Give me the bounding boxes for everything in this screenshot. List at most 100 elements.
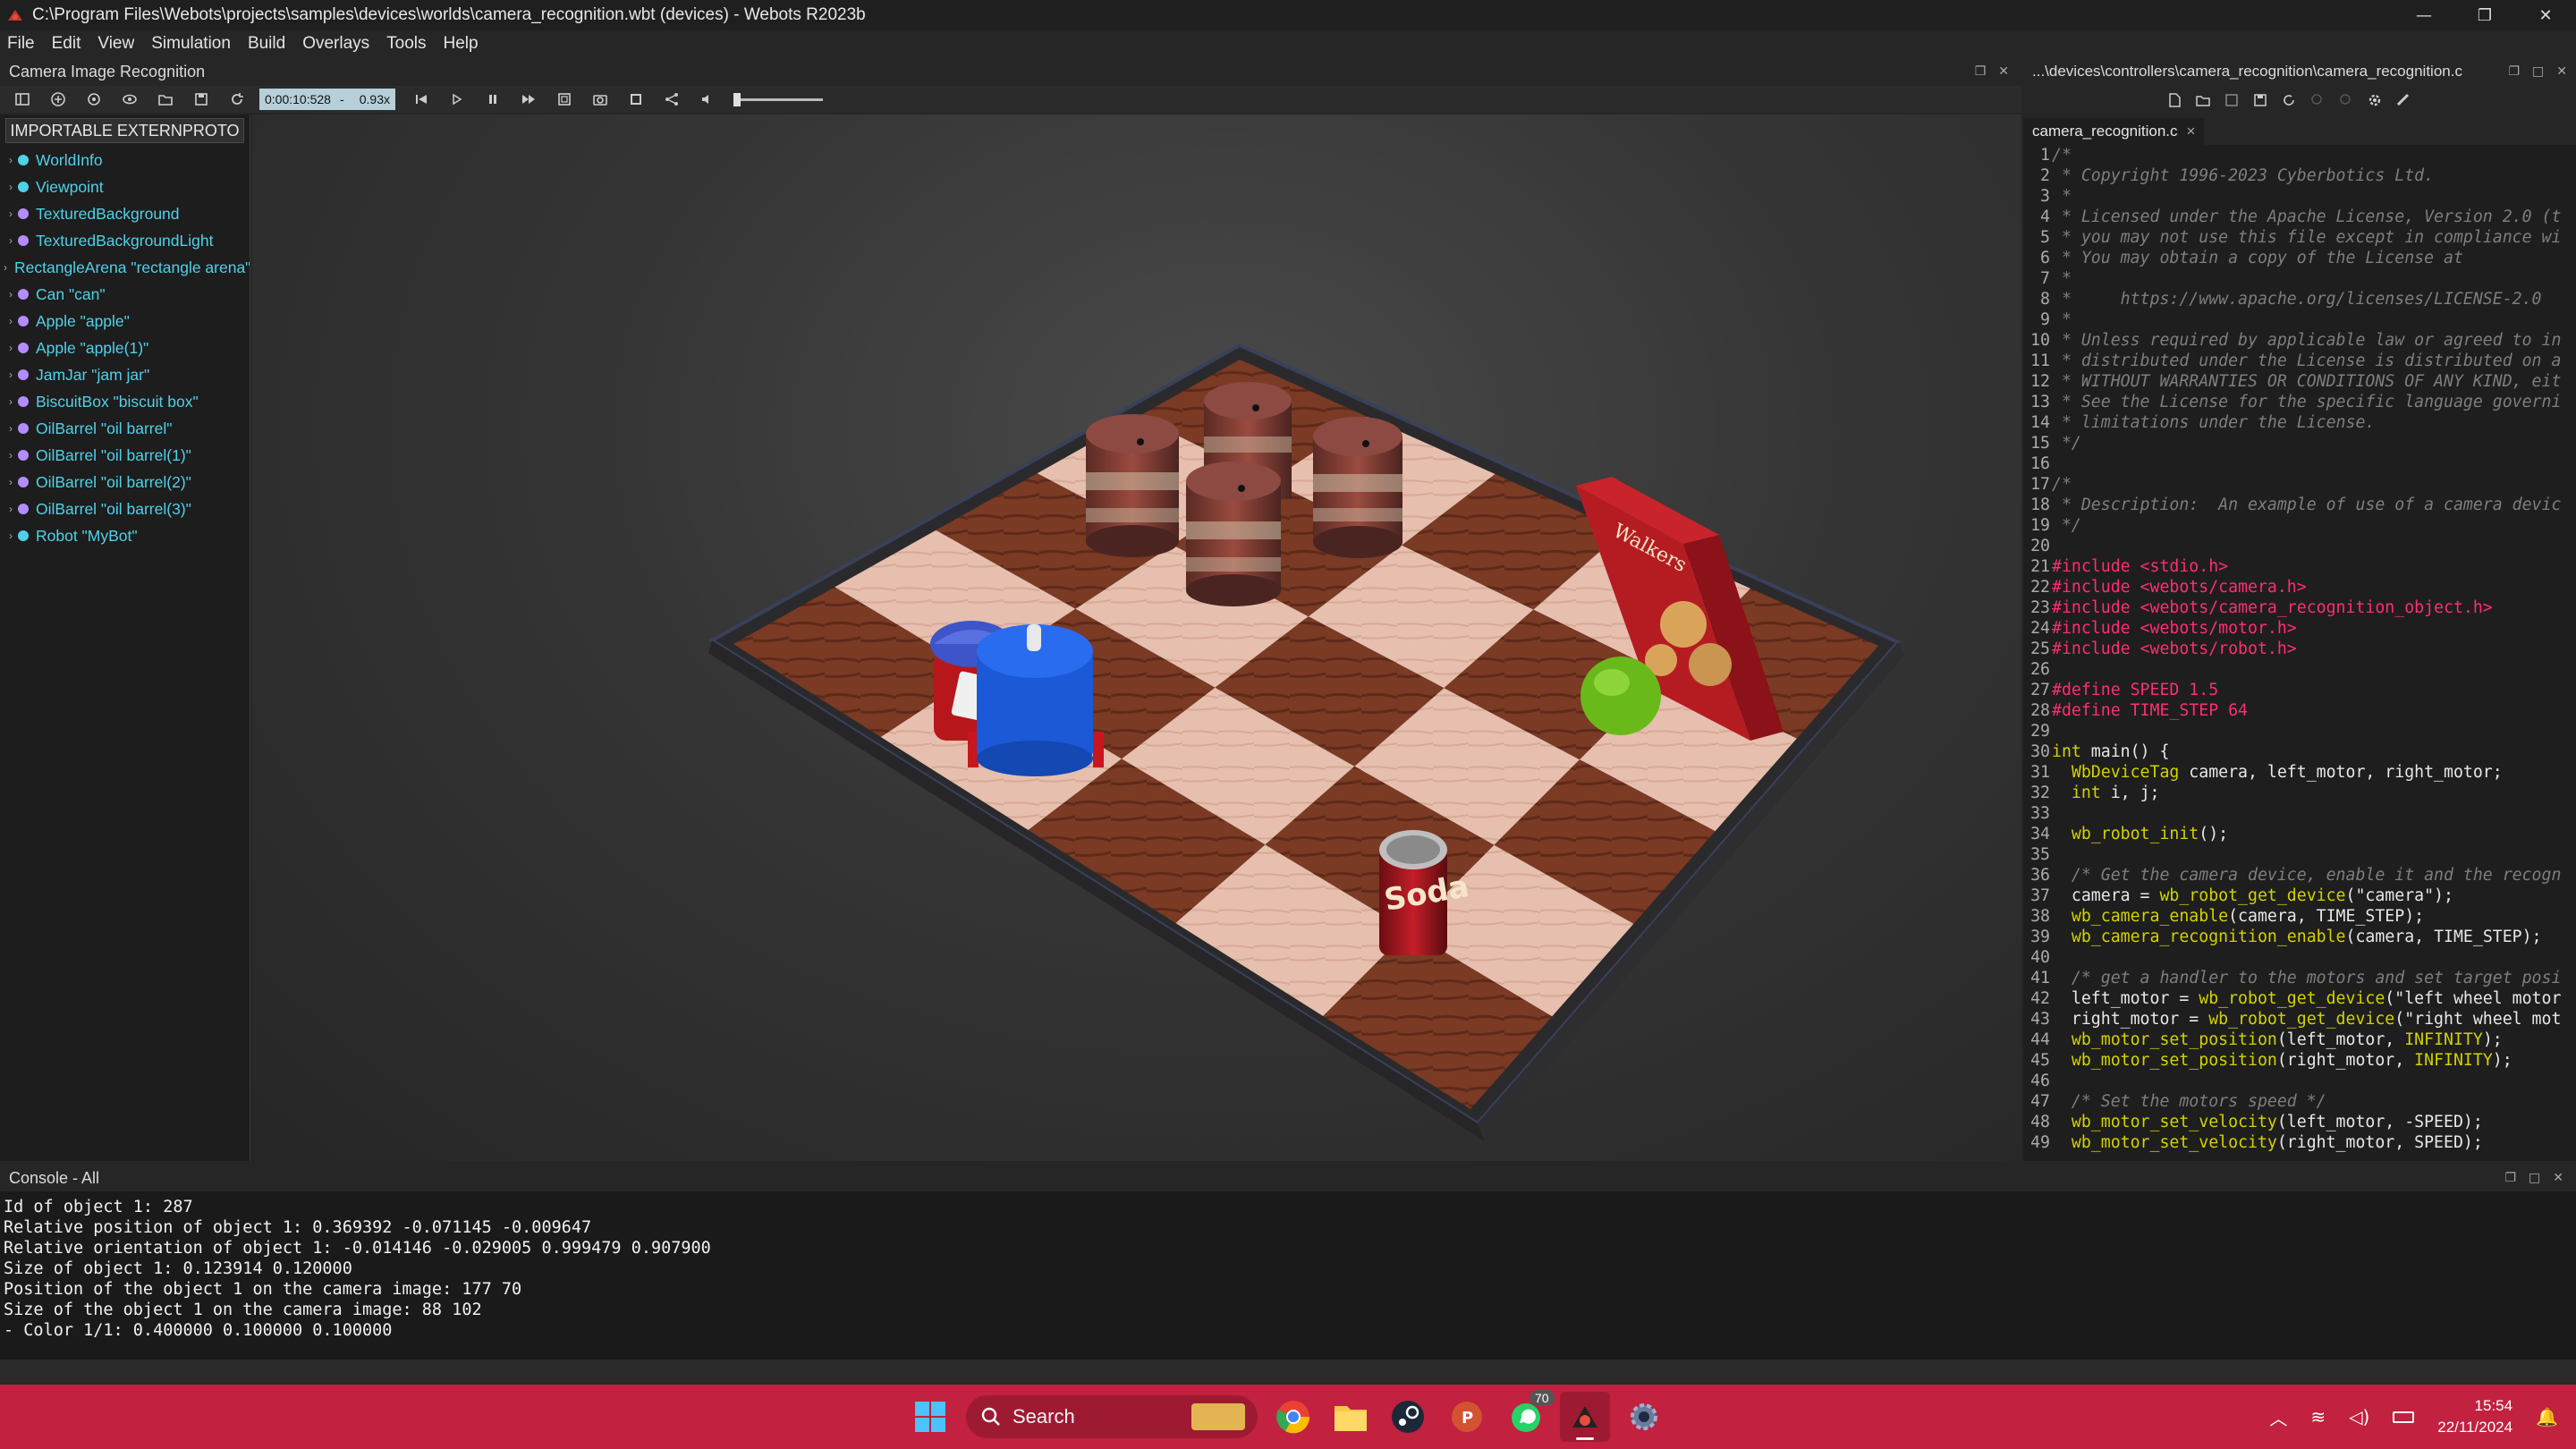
code-line[interactable]: 32 int i, j; xyxy=(2023,783,2576,803)
code-line[interactable]: 45 wb_motor_set_position(right_motor, IN… xyxy=(2023,1050,2576,1071)
code-line[interactable]: 38 wb_camera_enable(camera, TIME_STEP); xyxy=(2023,906,2576,927)
code-line[interactable]: 48 wb_motor_set_velocity(left_motor, -SP… xyxy=(2023,1112,2576,1132)
code-line[interactable]: 3 * xyxy=(2023,186,2576,207)
maximize-editor-icon[interactable]: □ xyxy=(2532,64,2544,79)
powerpoint-taskbar-icon[interactable]: P xyxy=(1442,1392,1492,1442)
close-window-button[interactable]: ✕ xyxy=(2515,0,2576,30)
expand-chevron-icon[interactable]: › xyxy=(4,503,18,515)
steam-taskbar-icon[interactable] xyxy=(1383,1392,1433,1442)
save-all-icon[interactable] xyxy=(2252,92,2268,108)
code-line[interactable]: 10 * Unless required by applicable law o… xyxy=(2023,330,2576,351)
rectangle-arena[interactable] xyxy=(708,343,1905,1141)
wifi-icon[interactable]: ≋ xyxy=(2310,1406,2326,1428)
code-line[interactable]: 28 #define TIME_STEP 64 xyxy=(2023,700,2576,721)
taskbar-search[interactable]: Search xyxy=(966,1395,1258,1438)
code-line[interactable]: 20 xyxy=(2023,536,2576,556)
code-line[interactable]: 33 xyxy=(2023,803,2576,824)
code-line[interactable]: 24 #include <webots/motor.h> xyxy=(2023,618,2576,639)
code-line[interactable]: 37 camera = wb_robot_get_device("camera"… xyxy=(2023,886,2576,906)
webots-taskbar-icon[interactable] xyxy=(1560,1392,1610,1442)
add-node-button[interactable] xyxy=(45,89,72,110)
code-line[interactable]: 9 * xyxy=(2023,309,2576,330)
code-line[interactable]: 1/* xyxy=(2023,145,2576,165)
expand-chevron-icon[interactable]: › xyxy=(4,422,18,435)
reload-world-button[interactable] xyxy=(224,89,250,110)
expand-chevron-icon[interactable]: › xyxy=(4,261,7,274)
find-icon[interactable] xyxy=(2309,92,2326,108)
scene-tree-item[interactable]: › Robot "MyBot" xyxy=(0,522,250,549)
code-line[interactable]: 30 int main() { xyxy=(2023,741,2576,762)
code-line[interactable]: 46 xyxy=(2023,1071,2576,1091)
code-line[interactable]: 42 left_motor = wb_robot_get_device("lef… xyxy=(2023,988,2576,1009)
start-button[interactable] xyxy=(905,1392,955,1442)
code-line[interactable]: 14 * limitations under the License. xyxy=(2023,412,2576,433)
close-editor-icon[interactable]: ✕ xyxy=(2556,64,2567,79)
minimize-button[interactable]: — xyxy=(2394,0,2454,30)
scene-tree-item[interactable]: › OilBarrel "oil barrel(3)" xyxy=(0,496,250,522)
expand-chevron-icon[interactable]: › xyxy=(4,449,18,462)
oil-barrel-3[interactable] xyxy=(1186,462,1281,606)
code-line[interactable]: 5 * you may not use this file except in … xyxy=(2023,227,2576,248)
code-line[interactable]: 27 #define SPEED 1.5 xyxy=(2023,680,2576,700)
apple[interactable] xyxy=(1580,657,1661,735)
save-file-icon[interactable] xyxy=(2224,92,2240,108)
scene-tree-item[interactable]: › JamJar "jam jar" xyxy=(0,361,250,388)
code-area[interactable]: 1/* 2 * Copyright 1996-2023 Cyberbotics L… xyxy=(2023,145,2576,1161)
code-line[interactable]: 8 * https://www.apache.org/licenses/LICE… xyxy=(2023,289,2576,309)
expand-chevron-icon[interactable]: › xyxy=(4,234,18,247)
expand-chevron-icon[interactable]: › xyxy=(4,181,18,193)
float-editor-icon[interactable]: ❐ xyxy=(2508,64,2520,79)
tab-close-icon[interactable]: × xyxy=(2187,123,2196,140)
menu-tools[interactable]: Tools xyxy=(386,34,426,54)
share-button[interactable] xyxy=(658,89,685,110)
code-line[interactable]: 34 wb_robot_init(); xyxy=(2023,824,2576,844)
menu-view[interactable]: View xyxy=(97,34,134,54)
volume-slider[interactable] xyxy=(733,90,823,108)
close-panel-icon[interactable]: ✕ xyxy=(1998,64,2009,79)
scene-tree-item[interactable]: › TexturedBackground xyxy=(0,200,250,227)
code-line[interactable]: 6 * You may obtain a copy of the License… xyxy=(2023,248,2576,268)
visibility-button[interactable] xyxy=(116,89,143,110)
maximize-button[interactable]: ❐ xyxy=(2454,0,2515,30)
show-hidden-icons-chevron-up-icon[interactable]: ︿ xyxy=(2269,1404,2287,1430)
record-movie-button[interactable] xyxy=(623,89,649,110)
reload-node-button[interactable] xyxy=(80,89,107,110)
screenshot-button[interactable] xyxy=(587,89,614,110)
volume-icon[interactable]: ◁) xyxy=(2349,1406,2369,1428)
code-line[interactable]: 41 /* get a handler to the motors and se… xyxy=(2023,968,2576,988)
notification-bell-icon[interactable]: 🔔 xyxy=(2536,1406,2558,1428)
expand-chevron-icon[interactable]: › xyxy=(4,342,18,354)
step-button[interactable] xyxy=(444,89,470,110)
code-line[interactable]: 44 wb_motor_set_position(left_motor, INF… xyxy=(2023,1030,2576,1050)
mute-button[interactable] xyxy=(694,89,721,110)
code-line[interactable]: 39 wb_camera_recognition_enable(camera, … xyxy=(2023,927,2576,947)
battery-icon[interactable] xyxy=(2393,1411,2415,1423)
settings-taskbar-icon[interactable] xyxy=(1619,1392,1669,1442)
menu-help[interactable]: Help xyxy=(444,34,479,54)
scene-tree-item[interactable]: › OilBarrel "oil barrel(1)" xyxy=(0,442,250,469)
pause-button[interactable] xyxy=(479,89,506,110)
scene-tree-item[interactable]: › WorldInfo xyxy=(0,147,250,174)
code-line[interactable]: 17/* xyxy=(2023,474,2576,495)
code-line[interactable]: 16 xyxy=(2023,453,2576,474)
code-line[interactable]: 12 * WITHOUT WARRANTIES OR CONDITIONS OF… xyxy=(2023,371,2576,392)
menu-build[interactable]: Build xyxy=(248,34,285,54)
scene-tree-item[interactable]: › BiscuitBox "biscuit box" xyxy=(0,388,250,415)
save-world-button[interactable] xyxy=(188,89,215,110)
file-explorer-taskbar-icon[interactable] xyxy=(1326,1392,1376,1442)
menu-overlays[interactable]: Overlays xyxy=(302,34,369,54)
fast-forward-button[interactable] xyxy=(515,89,542,110)
scene-tree-item[interactable]: › TexturedBackgroundLight xyxy=(0,227,250,254)
scene-tree-item[interactable]: › Can "can" xyxy=(0,281,250,308)
code-line[interactable]: 25 #include <webots/robot.h> xyxy=(2023,639,2576,659)
volume-slider-handle[interactable] xyxy=(733,93,741,106)
whatsapp-taskbar-icon[interactable]: 70 xyxy=(1501,1390,1555,1442)
toggle-scene-tree-button[interactable] xyxy=(9,89,36,110)
clock[interactable]: 15:54 22/11/2024 xyxy=(2437,1395,2512,1438)
expand-chevron-icon[interactable]: › xyxy=(4,530,18,542)
tab-camera-recognition[interactable]: camera_recognition.c × xyxy=(2023,118,2205,145)
robot-mybot[interactable] xyxy=(968,624,1104,776)
code-line[interactable]: 26 xyxy=(2023,659,2576,680)
menu-simulation[interactable]: Simulation xyxy=(151,34,231,54)
scene-tree-item[interactable]: › Apple "apple(1)" xyxy=(0,335,250,361)
